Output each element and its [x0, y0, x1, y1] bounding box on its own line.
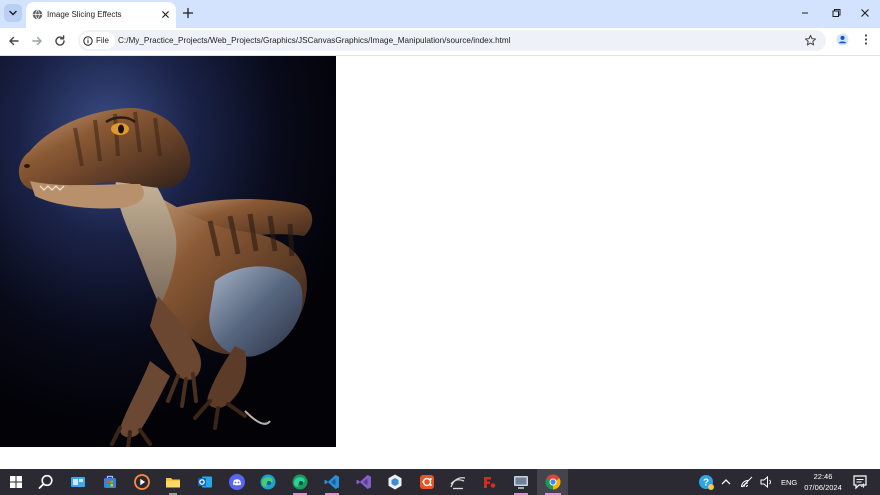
discord-icon — [229, 474, 245, 490]
app-shortcut-orange[interactable] — [418, 473, 436, 491]
store-app[interactable] — [101, 473, 119, 491]
tab-strip: Image Slicing Effects — [0, 0, 880, 28]
task-view-icon — [71, 477, 85, 487]
app-shortcut[interactable] — [386, 473, 404, 491]
close-icon[interactable] — [160, 9, 171, 20]
minimize-icon[interactable] — [798, 6, 812, 20]
tab-title: Image Slicing Effects — [47, 10, 122, 19]
outlook-app[interactable] — [196, 473, 214, 491]
kebab-menu-icon[interactable] — [860, 33, 872, 46]
chevron-down-icon — [9, 10, 17, 16]
edge-dev-app[interactable] — [291, 473, 309, 491]
volume-icon — [760, 475, 771, 489]
file-explorer-app[interactable] — [164, 473, 182, 491]
image-canvas[interactable] — [0, 56, 336, 447]
page-viewport — [0, 55, 880, 469]
outlook-icon — [198, 476, 212, 488]
visual-studio-icon — [356, 475, 371, 489]
remote-desktop-icon — [514, 476, 528, 489]
network-tray-button[interactable] — [738, 473, 756, 491]
help-icon: ? — [699, 475, 714, 490]
vscode-icon — [324, 475, 339, 489]
language-indicator[interactable]: ENG — [781, 478, 797, 487]
notifications-button[interactable] — [851, 473, 869, 491]
url-text[interactable]: C:/My_Practice_Projects/Web_Projects/Gra… — [118, 35, 511, 46]
show-hidden-icons-button[interactable] — [717, 473, 735, 491]
active-tab[interactable]: Image Slicing Effects — [26, 2, 176, 28]
info-icon — [83, 36, 93, 46]
terminal-app[interactable] — [449, 473, 467, 491]
clock-date[interactable]: 07/06/2024 — [803, 483, 843, 492]
edge-dev-icon — [292, 474, 308, 490]
search-icon — [38, 474, 53, 489]
app-icon — [388, 474, 402, 490]
media-player-icon — [134, 474, 150, 490]
remote-desktop-app[interactable] — [512, 473, 530, 491]
clock-time[interactable]: 22:46 — [803, 472, 843, 481]
store-icon — [104, 475, 116, 488]
site-info-label: File — [96, 36, 109, 45]
terminal-icon — [450, 477, 466, 490]
windows-taskbar: ? ENG 4 — [0, 469, 880, 495]
arrow-left-icon[interactable] — [7, 34, 21, 48]
person-icon[interactable] — [836, 33, 849, 46]
chrome-app[interactable] — [544, 473, 562, 491]
restore-icon[interactable] — [829, 6, 843, 20]
windows-start-icon — [10, 476, 22, 488]
reload-icon[interactable] — [53, 34, 67, 48]
windows-start-button[interactable] — [7, 473, 25, 491]
edge-app[interactable] — [259, 473, 277, 491]
wifi-icon — [741, 476, 753, 488]
chevron-up-icon — [721, 479, 731, 485]
visual-studio-app[interactable] — [355, 473, 373, 491]
app-icon-orange — [420, 475, 434, 489]
star-icon[interactable] — [804, 34, 817, 47]
address-bar[interactable]: File C:/My_Practice_Projects/Web_Project… — [78, 30, 826, 51]
edge-icon — [260, 474, 276, 490]
media-player-app[interactable] — [133, 473, 151, 491]
filezilla-icon — [482, 475, 496, 489]
plus-icon[interactable] — [182, 7, 194, 19]
taskbar-search-button[interactable] — [37, 473, 55, 491]
chrome-icon — [545, 474, 561, 490]
site-info-chip[interactable]: File — [80, 32, 115, 49]
arrow-right-icon[interactable] — [30, 34, 44, 48]
volume-tray-button[interactable] — [758, 473, 776, 491]
close-window-icon[interactable] — [858, 6, 872, 20]
globe-icon — [32, 9, 43, 20]
task-view-button[interactable] — [69, 473, 87, 491]
discord-app[interactable] — [228, 473, 246, 491]
notification-count: 4 — [861, 483, 865, 490]
help-tray-button[interactable]: ? — [697, 473, 715, 491]
vscode-app[interactable] — [323, 473, 341, 491]
notification-icon — [853, 475, 867, 490]
filezilla-app[interactable] — [480, 473, 498, 491]
browser-toolbar: File C:/My_Practice_Projects/Web_Project… — [0, 28, 880, 54]
velociraptor-dinosaur-image — [0, 56, 336, 447]
tab-search-button[interactable] — [4, 4, 22, 22]
file-explorer-icon — [166, 478, 180, 488]
